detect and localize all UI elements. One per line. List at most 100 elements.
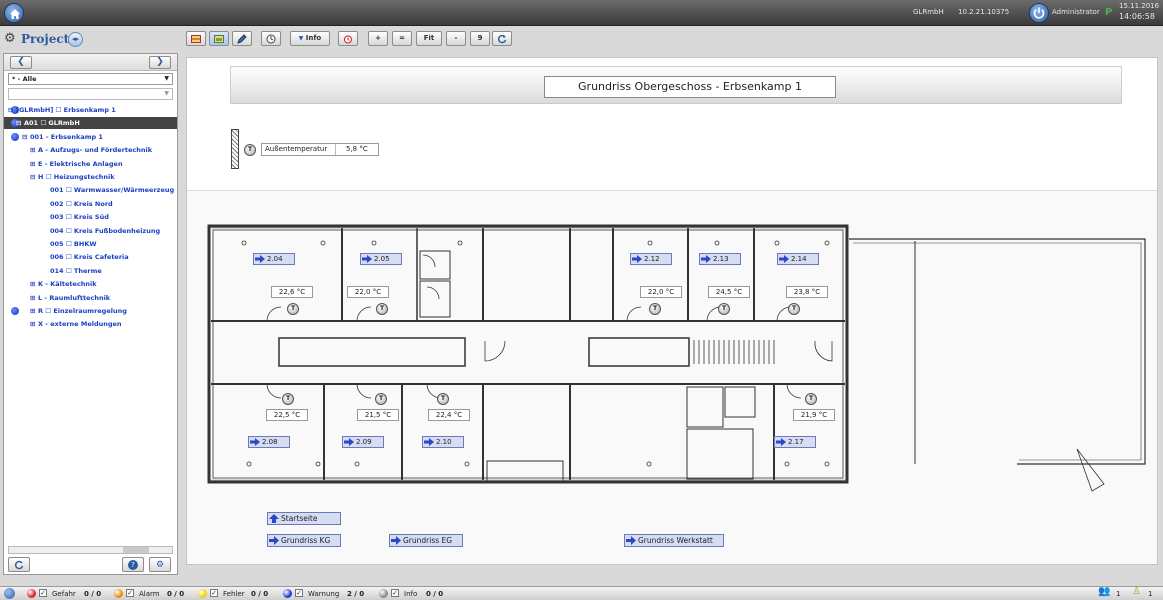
tree-item[interactable]: 014 ☐ Therme [4, 265, 177, 277]
tree-item[interactable]: ⊞ E - Elektrische Anlagen [4, 158, 177, 170]
back-button[interactable]: ❮ [10, 56, 32, 69]
scrollbar-thumb[interactable] [123, 547, 149, 553]
room-temperature[interactable]: 22,5 °C [266, 409, 308, 421]
horizontal-scrollbar[interactable] [8, 546, 173, 554]
temperature-sensor-icon[interactable]: T [649, 303, 661, 315]
refresh-button[interactable] [492, 31, 512, 46]
tree-item[interactable]: 005 ☐ BHKW [4, 238, 177, 250]
tree-item[interactable]: ⊞ A - Aufzugs- und Fördertechnik [4, 144, 177, 156]
room-temperature[interactable]: 22,6 °C [271, 286, 313, 298]
image-view-button[interactable] [209, 31, 229, 46]
room-link[interactable]: 2.04 [253, 253, 295, 265]
zoom-level-button[interactable]: 9 [470, 31, 490, 46]
info-dropdown-button[interactable]: ▼ Info [290, 31, 330, 46]
tree-item-label: 005 ☐ BHKW [50, 240, 97, 248]
alarm-checkbox[interactable]: ✓ [126, 589, 134, 597]
tree-item[interactable]: ⊞ R ☐ Einzelraumregelung [4, 305, 177, 317]
project-toggle-button[interactable]: ◂▸ [68, 32, 83, 47]
expand-toggle-icon[interactable]: ⊟ [30, 171, 35, 183]
expand-toggle-icon[interactable]: ⊟ [16, 117, 21, 129]
tree-item[interactable]: ⊟ [GLRmbH] ☐ Erbsenkamp 1 [4, 104, 177, 116]
link-startseite[interactable]: Startseite [267, 512, 341, 525]
temperature-sensor-icon[interactable]: T [375, 393, 387, 405]
room-link[interactable]: 2.12 [630, 253, 672, 265]
room-temperature[interactable]: 23,8 °C [786, 286, 828, 298]
link-grundriss-werkstatt[interactable]: Grundriss Werkstatt [624, 534, 724, 547]
room-link[interactable]: 2.17 [774, 436, 816, 448]
fehler-checkbox[interactable]: ✓ [210, 589, 218, 597]
forward-button[interactable]: ❯ [149, 56, 171, 69]
tree-item[interactable]: ⊞ K - Kältetechnik [4, 278, 177, 290]
room-temperature[interactable]: 21,5 °C [357, 409, 399, 421]
link-grundriss-kg[interactable]: Grundriss KG [267, 534, 341, 547]
expand-toggle-icon[interactable]: ⊟ [8, 104, 13, 116]
logout-button[interactable] [1029, 3, 1049, 23]
settings-button[interactable]: ⚙ [149, 557, 171, 572]
expand-toggle-icon[interactable]: ⊞ [30, 292, 35, 304]
chevron-down-icon: ▼ [164, 75, 169, 82]
zoom-out-button[interactable]: - [446, 31, 466, 46]
outside-temperature-sensor-icon[interactable]: T [244, 144, 256, 156]
room-temperature[interactable]: 24,5 °C [708, 286, 750, 298]
tree-item-label: 006 ☐ Kreis Cafeteria [50, 253, 129, 262]
room-link[interactable]: 2.05 [360, 253, 402, 265]
warnung-label: Warnung [308, 590, 340, 598]
warnung-checkbox[interactable]: ✓ [295, 589, 303, 597]
power-icon [1033, 7, 1045, 19]
room-link[interactable]: 2.13 [699, 253, 741, 265]
filter-input[interactable]: ▼ [8, 88, 173, 100]
room-temperature[interactable]: 22,0 °C [347, 286, 389, 298]
expand-toggle-icon[interactable]: ⊞ [30, 158, 35, 170]
person-alert-icon[interactable]: ♙ [1132, 587, 1141, 597]
tree-item[interactable]: 004 ☐ Kreis Fußbodenheizung [4, 225, 177, 237]
info-checkbox[interactable]: ✓ [391, 589, 399, 597]
sync-button[interactable] [8, 557, 30, 572]
user-name: Administrator [1052, 8, 1100, 16]
grid-view-button[interactable] [186, 31, 206, 46]
home-button[interactable] [4, 3, 24, 23]
temperature-sensor-icon[interactable]: T [282, 393, 294, 405]
help-button[interactable]: ? [122, 557, 144, 572]
tree-item[interactable]: 002 ☐ Kreis Nord [4, 198, 177, 210]
gear-icon: ⚙ [4, 31, 16, 46]
tree-item[interactable]: ⊟ A01 ☐ GLRmbH [4, 117, 177, 130]
expand-toggle-icon[interactable]: ⊟ [22, 131, 27, 143]
edit-button[interactable] [232, 31, 252, 46]
expand-toggle-icon[interactable]: ⊞ [30, 144, 35, 156]
tree-item[interactable]: 006 ☐ Kreis Cafeteria [4, 251, 177, 263]
home-icon [10, 9, 20, 19]
expand-toggle-icon[interactable]: ⊞ [30, 318, 35, 330]
link-grundriss-eg[interactable]: Grundriss EG [389, 534, 463, 547]
room-link[interactable]: 2.09 [342, 436, 384, 448]
alarm-button[interactable] [338, 31, 358, 46]
room-temperature[interactable]: 21,9 °C [793, 409, 835, 421]
tree-item[interactable]: 003 ☐ Kreis Süd [4, 211, 177, 223]
room-link[interactable]: 2.08 [248, 436, 290, 448]
gefahr-checkbox[interactable]: ✓ [39, 589, 47, 597]
users-icon[interactable]: 👥 [1098, 587, 1110, 597]
tree-item[interactable]: ⊟ 001 - Erbsenkamp 1 [4, 131, 177, 143]
refresh-status-icon[interactable] [4, 588, 15, 599]
room-temperature[interactable]: 22,4 °C [428, 409, 470, 421]
tree-item[interactable]: 001 ☐ Warmwasser/Wärmeerzeug [4, 184, 177, 196]
expand-toggle-icon[interactable]: ⊞ [30, 305, 35, 317]
outside-temperature-display[interactable]: Außentemperatur 5,8 °C [261, 143, 379, 156]
clock-button[interactable] [261, 31, 281, 46]
room-link[interactable]: 2.14 [777, 253, 819, 265]
temperature-sensor-icon[interactable]: T [437, 393, 449, 405]
zoom-in-button[interactable]: + [368, 31, 388, 46]
temperature-sensor-icon[interactable]: T [376, 303, 388, 315]
zoom-reset-button[interactable]: = [392, 31, 412, 46]
temperature-sensor-icon[interactable]: T [287, 303, 299, 315]
temperature-sensor-icon[interactable]: T [718, 303, 730, 315]
room-link[interactable]: 2.10 [422, 436, 464, 448]
fit-button[interactable]: Fit [416, 31, 442, 46]
temperature-sensor-icon[interactable]: T [805, 393, 817, 405]
temperature-sensor-icon[interactable]: T [788, 303, 800, 315]
room-temperature[interactable]: 22,0 °C [640, 286, 682, 298]
tree-item[interactable]: ⊞ L - Raumlufttechnik [4, 292, 177, 304]
tree-item[interactable]: ⊟ H ☐ Heizungstechnik [4, 171, 177, 183]
tree-item[interactable]: ⊞ X - externe Meldungen [4, 318, 177, 330]
expand-toggle-icon[interactable]: ⊞ [30, 278, 35, 290]
filter-select[interactable]: * - Alle ▼ [8, 73, 173, 85]
